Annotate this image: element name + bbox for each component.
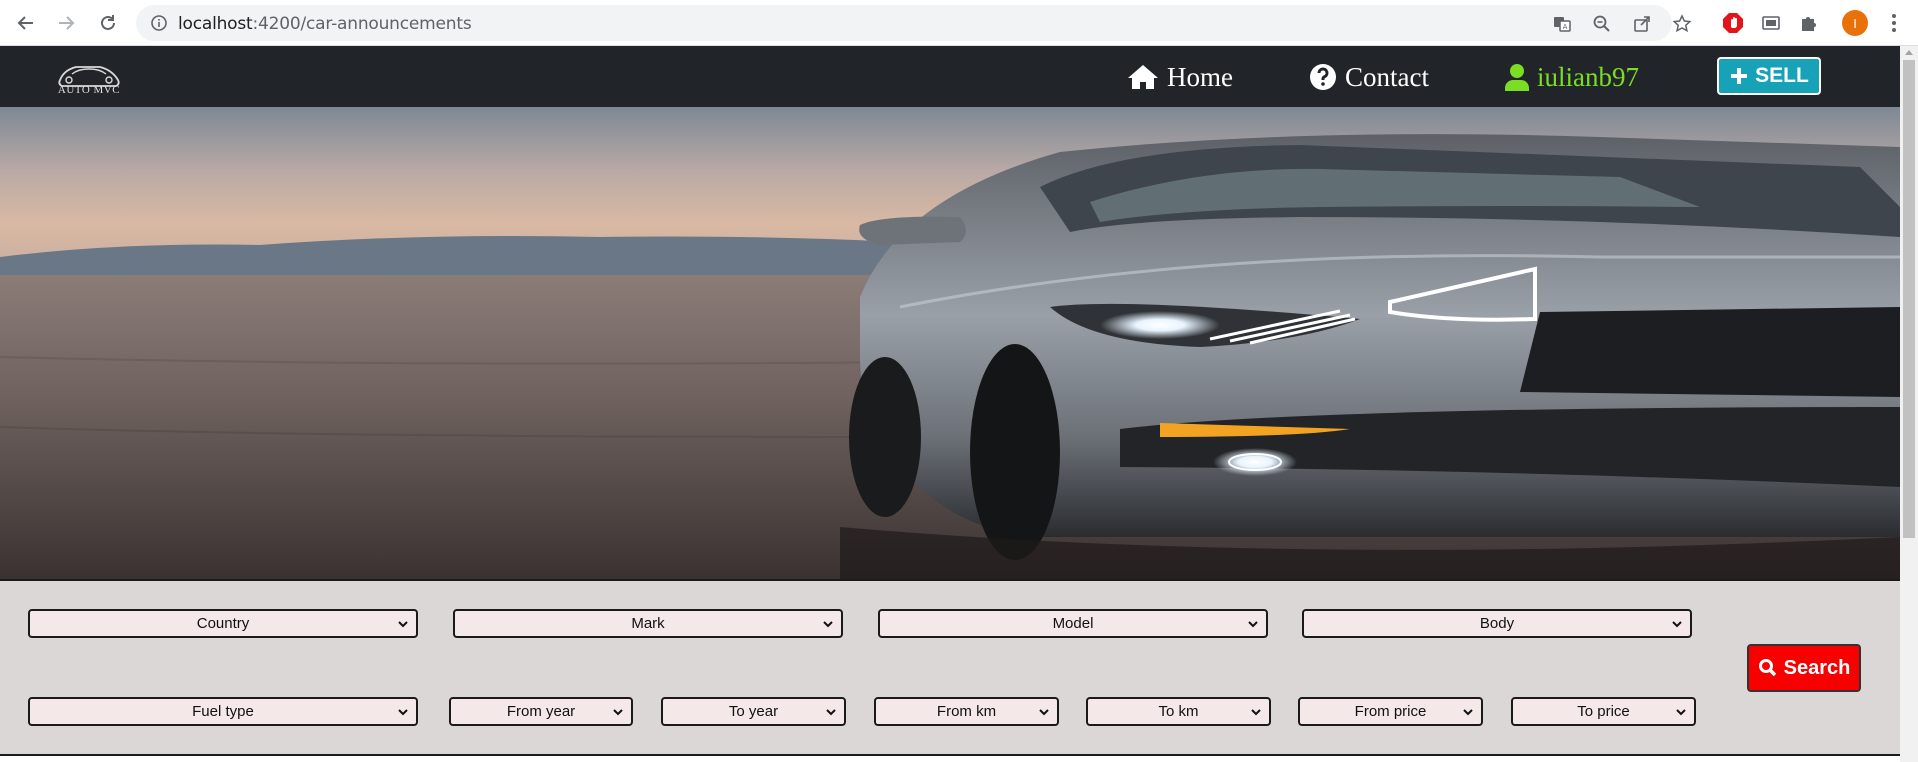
nav-home-label: Home [1167,61,1233,92]
from-price-select[interactable]: From price [1298,697,1483,726]
zoom-icon[interactable] [1592,14,1612,34]
chevron-down-icon [1248,621,1258,628]
chevron-down-icon [826,709,836,716]
logo-text: AUTO MVC [57,84,121,96]
country-select-label: Country [196,615,250,632]
profile-avatar[interactable]: I [1842,10,1868,36]
sell-button[interactable]: SELL [1717,57,1821,95]
plus-icon [1731,68,1748,84]
url-host: localhost [178,14,253,34]
from-km-select-label: From km [936,703,997,720]
question-icon [1310,64,1336,90]
puzzle-icon[interactable] [1798,12,1820,34]
nav-user-label: iulianb97 [1537,61,1639,92]
to-km-select[interactable]: To km [1086,697,1271,726]
home-icon [1128,65,1158,89]
url-path: :4200/car-announcements [252,14,472,34]
fuel-type-select[interactable]: Fuel type [28,697,418,726]
nav-contact-link[interactable]: Contact [1309,60,1429,94]
country-select[interactable]: Country [28,609,418,638]
search-label: Search [1783,656,1851,679]
page-scrollbar[interactable] [1900,46,1918,762]
chevron-down-icon [1672,621,1682,628]
search-button[interactable]: Search [1747,644,1861,692]
address-bar[interactable]: localhost:4200/car-announcements A [136,5,1692,41]
nav-home-link[interactable]: Home [1127,60,1233,94]
nav-contact-label: Contact [1345,61,1429,92]
mark-select[interactable]: Mark [453,609,843,638]
translate-icon[interactable]: A [1552,14,1572,34]
sell-label: SELL [1755,64,1809,87]
star-icon[interactable] [1672,14,1692,34]
search-icon [1758,659,1776,677]
adblock-icon[interactable] [1722,12,1744,34]
nav-user-link[interactable]: iulianb97 [1505,60,1639,94]
info-icon[interactable] [150,14,168,32]
chevron-down-icon [398,709,408,716]
site-navbar: AUTO MVC Home Contact iulianb97 SELL [0,46,1900,107]
url-text: localhost:4200/car-announcements [178,14,472,34]
chevron-down-icon [613,709,623,716]
mark-select-label: Mark [631,615,665,632]
to-price-select-label: To price [1577,703,1630,720]
cast-icon[interactable] [1760,12,1782,34]
to-price-select[interactable]: To price [1511,697,1696,726]
chevron-down-icon [1251,709,1261,716]
back-icon[interactable] [14,11,38,35]
svg-text:A: A [1563,23,1568,31]
from-price-select-label: From price [1354,703,1427,720]
more-menu-icon[interactable] [1884,12,1904,34]
chevron-down-icon [398,621,408,628]
model-select[interactable]: Model [878,609,1268,638]
chevron-down-icon [1039,709,1049,716]
to-km-select-label: To km [1158,703,1199,720]
model-select-label: Model [1052,615,1094,632]
filter-panel: Country Mark Model Body Search Fuel type… [0,579,1900,756]
body-select-label: Body [1479,615,1515,632]
from-year-select[interactable]: From year [449,697,633,726]
body-select[interactable]: Body [1302,609,1692,638]
fuel-type-select-label: Fuel type [192,703,254,720]
chevron-down-icon [1463,709,1473,716]
chevron-down-icon [823,621,833,628]
scroll-up-arrow-icon[interactable] [1905,50,1913,55]
to-year-select[interactable]: To year [661,697,846,726]
browser-toolbar: localhost:4200/car-announcements A I [0,0,1918,46]
user-icon [1505,64,1529,91]
share-icon[interactable] [1632,14,1652,34]
to-year-select-label: To year [728,703,779,720]
hero-car-image [0,107,1900,579]
from-year-select-label: From year [506,703,576,720]
scroll-thumb[interactable] [1903,60,1915,538]
forward-icon[interactable] [54,11,78,35]
chevron-down-icon [1676,709,1686,716]
from-km-select[interactable]: From km [874,697,1059,726]
reload-icon[interactable] [96,11,120,35]
